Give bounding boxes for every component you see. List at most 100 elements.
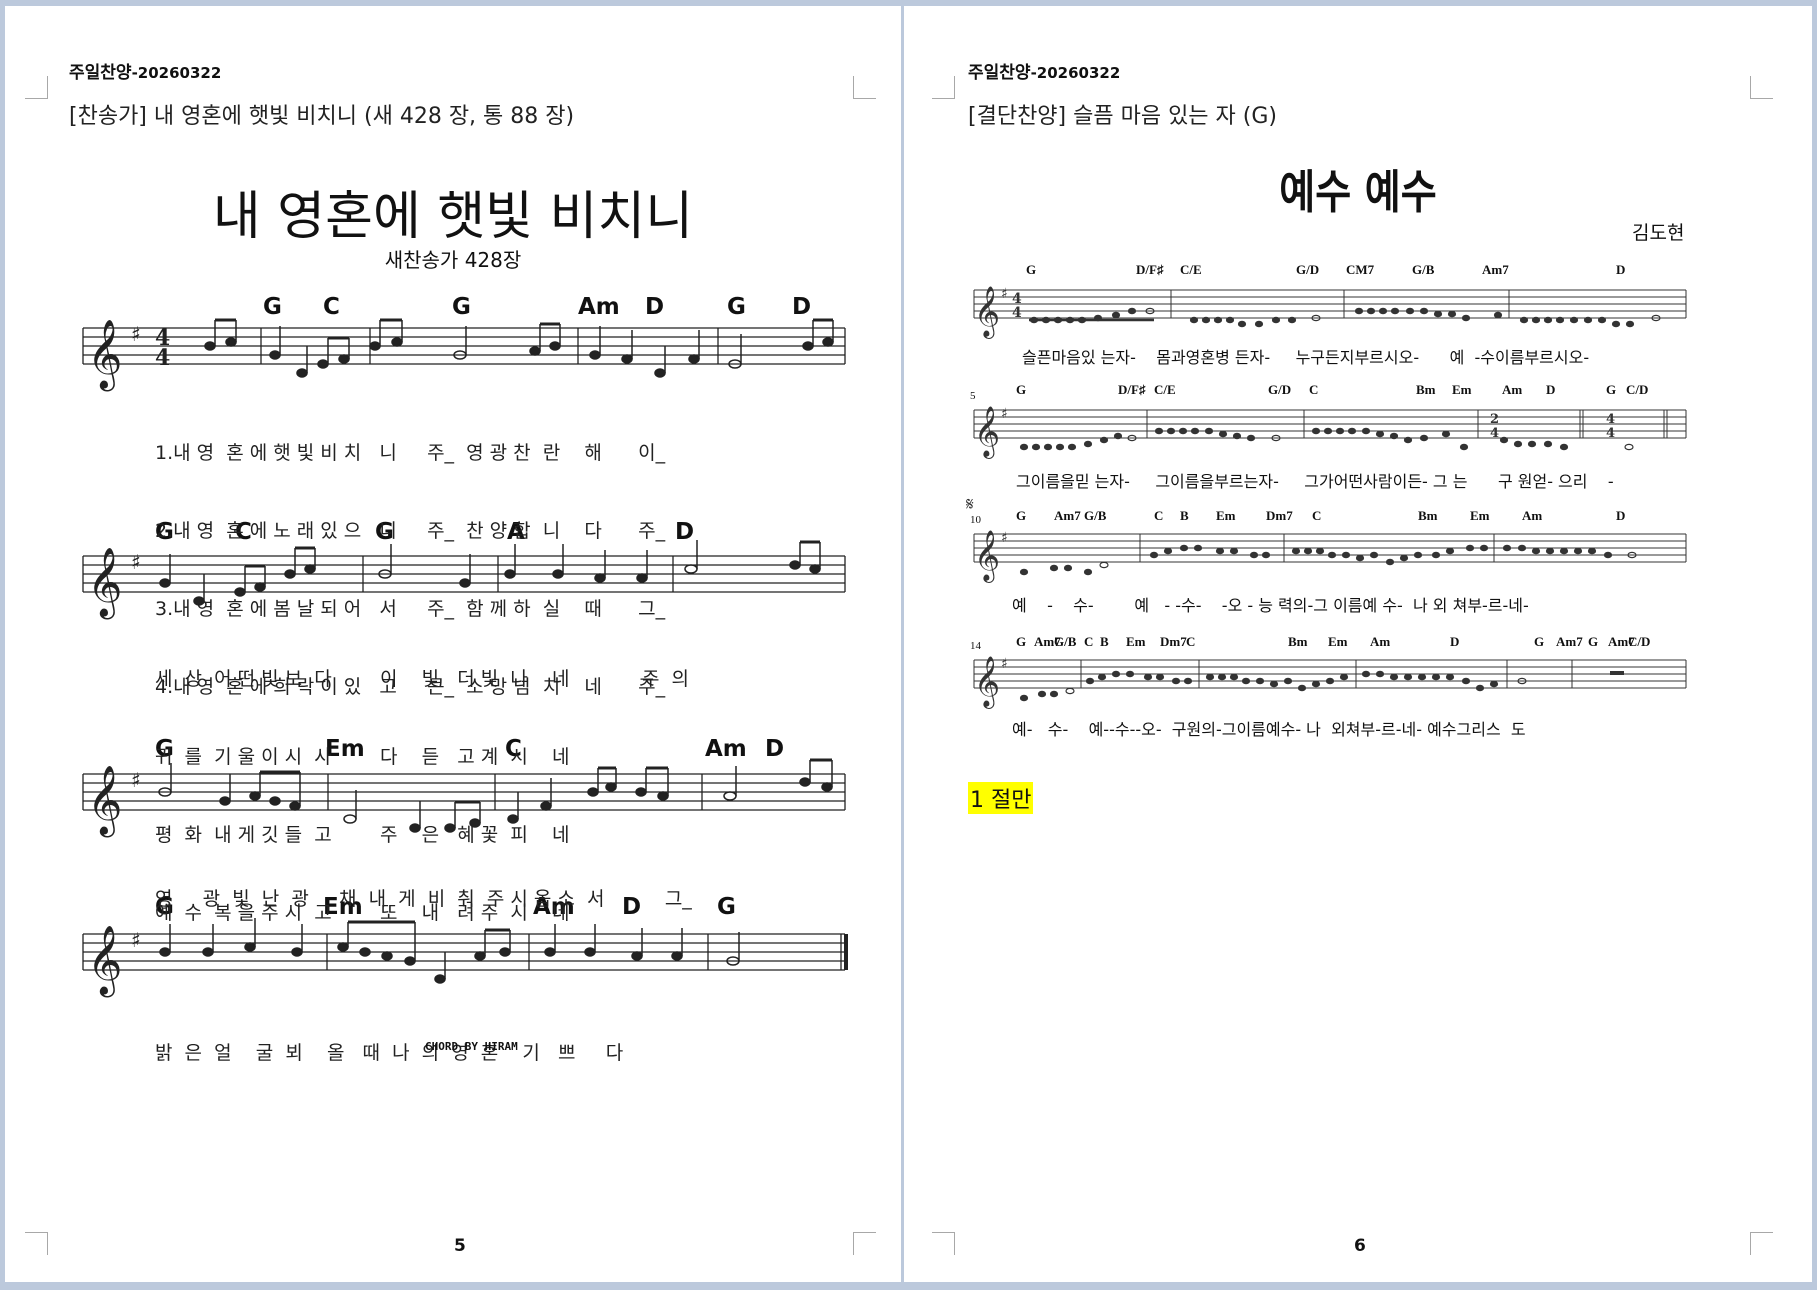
page-number: 6	[1354, 1236, 1366, 1256]
chord-symbol: D	[1450, 634, 1460, 649]
lyrics-system-4: 밝 은 얼 굴 뵈 올 때 나 의 영 혼 기 쁘 다	[155, 988, 623, 1118]
chord-symbol: G	[727, 294, 746, 320]
sharp-icon: ♯	[1001, 530, 1008, 546]
chord-symbol: G	[1016, 382, 1027, 397]
chord-symbol: B	[1100, 634, 1109, 649]
chord-symbol: G	[452, 294, 471, 320]
chord-symbol: D	[1546, 382, 1556, 397]
time-signature-icon: 4	[1606, 412, 1615, 427]
chord-symbol: Em	[1126, 634, 1146, 649]
chord-symbol: G	[1534, 634, 1545, 649]
document-viewer: 주일찬양-20260322 [찬송가] 내 영혼에 햇빛 비치니 (새 428 …	[0, 0, 1817, 1290]
chord-symbol: C/E	[1180, 262, 1202, 277]
chord-symbol: C	[1312, 508, 1322, 523]
chord-symbol: G	[1016, 634, 1027, 649]
chord-symbol: Am7	[1054, 508, 1081, 523]
chord-symbol: D	[792, 294, 812, 320]
lyrics-system-3: 영 광 빛 난 광 채 내 게 비 춰 주 시 옵 소 서 그_	[155, 834, 692, 964]
lyric-line: 밝 은 얼 굴 뵈 올 때 나 의 영 혼 기 쁘 다	[155, 1042, 624, 1064]
lyric-line: 2.내 영 혼 에 노 래 있 으 니 주_ 찬 양 합 니 다 주_	[155, 520, 666, 542]
chord-symbol: Bm	[1288, 634, 1308, 649]
chord-symbol: D	[675, 519, 695, 545]
lyrics-row-2: 그이름을믿 는자- 그이름을부르는자- 그가어떤사람이든- 그 는 구 원얻- …	[1016, 472, 1614, 491]
chord-symbol: B	[1180, 508, 1189, 523]
chord-symbol: G	[1588, 634, 1599, 649]
chord-symbol: Am7	[1556, 634, 1583, 649]
chord-symbol: Em	[1470, 508, 1490, 523]
chord-symbol: Am	[1522, 508, 1543, 523]
measure-number: 10	[970, 514, 981, 526]
chord-symbol: Am	[705, 736, 747, 762]
measure-number: 5	[970, 390, 976, 402]
chord-symbol: C	[323, 294, 340, 320]
chord-symbol: D	[1616, 262, 1626, 277]
time-signature-icon: 4	[1490, 426, 1499, 441]
page-6: 주일찬양-20260322 [결단찬양] 슬픔 마음 있는 자 (G) 예수 예…	[904, 6, 1812, 1282]
sharp-icon: ♯	[1001, 406, 1008, 422]
time-signature-icon: 2	[1490, 412, 1499, 427]
segno-icon: 𝄋	[966, 494, 974, 515]
chord-symbol: G	[717, 894, 736, 920]
chord-symbol: Am7	[1482, 262, 1509, 277]
sharp-icon: ♯	[131, 550, 141, 574]
treble-clef-icon: 𝄞	[974, 530, 1000, 583]
treble-clef-icon: 𝄞	[87, 547, 122, 619]
chord-symbol: CM7	[1346, 262, 1375, 277]
chord-symbol: G/D	[1296, 262, 1320, 277]
treble-clef-icon: 𝄞	[87, 319, 122, 391]
chord-symbol: Em	[1328, 634, 1348, 649]
chord-symbol: Am	[578, 294, 620, 320]
lyric-line: 귀 를 기 울 이 시 사 다 듣 고 계 시 네	[155, 746, 570, 768]
chord-symbol: G	[1026, 262, 1037, 277]
time-signature-icon: 4	[155, 345, 170, 371]
sharp-icon: ♯	[131, 322, 141, 346]
chord-symbol: C	[1186, 634, 1196, 649]
staff-row-1	[973, 289, 1687, 319]
chord-symbol: C	[1309, 382, 1319, 397]
chord-symbol: D	[765, 736, 785, 762]
lyrics-row-4: 예- 수- 예--수--오- 구원의-그이름예수- 나 외쳐부-르-네- 예수그…	[1012, 720, 1526, 739]
chord-symbol: Am	[1502, 382, 1523, 397]
notes-row-4	[1019, 670, 1624, 702]
chord-symbol: G/B	[1084, 508, 1107, 523]
time-signature-icon: 4	[1606, 426, 1615, 441]
chord-symbol: C/D	[1628, 634, 1651, 649]
treble-clef-icon: 𝄞	[974, 286, 1000, 339]
chord-symbol: D	[1616, 508, 1626, 523]
chord-symbol: Em	[1216, 508, 1236, 523]
treble-clef-icon: 𝄞	[974, 656, 1000, 709]
chord-symbol: Bm	[1418, 508, 1438, 523]
notes-row-3	[1019, 544, 1637, 576]
sharp-icon: ♯	[131, 928, 141, 952]
chord-symbol: C	[1154, 508, 1164, 523]
chord-symbol: G/B	[1412, 262, 1435, 277]
chord-symbol: Bm	[1416, 382, 1436, 397]
treble-clef-icon: 𝄞	[87, 925, 122, 997]
lyric-line: 세 상 어 떤 빛 보 다 이 빛 더 빛 나 네 주 의	[155, 668, 689, 690]
chord-symbol: D	[645, 294, 665, 320]
sharp-icon: ♯	[131, 768, 141, 792]
chord-symbol: Dm7	[1266, 508, 1293, 523]
treble-clef-icon: 𝄞	[974, 406, 1000, 459]
page-number: 5	[454, 1236, 466, 1256]
chord-symbol: D/F♯	[1136, 262, 1164, 277]
verse-note-highlight: 1 절만	[968, 782, 1034, 814]
chord-symbol: D/F♯	[1118, 382, 1146, 397]
measure-number: 14	[970, 640, 981, 652]
notes-row-2	[1019, 427, 1634, 451]
chord-symbol: G	[263, 294, 282, 320]
sharp-icon: ♯	[1001, 656, 1008, 672]
chord-symbol: G/B	[1054, 634, 1077, 649]
chord-symbol: G	[1606, 382, 1617, 397]
chord-symbol: G/D	[1268, 382, 1292, 397]
chord-symbol: Dm7	[1160, 634, 1187, 649]
chord-credit: CHORD BY HIRAM	[425, 1040, 518, 1053]
lyrics-row-1: 슬픈마음있 는자- 몸과영혼병 든자- 누구든지부르시오- 예 -수이름부르시오…	[1022, 348, 1590, 367]
chord-symbol: G	[1016, 508, 1027, 523]
lyric-line: 1.내 영 혼 에 햇 빛 비 치 니 주_ 영 광 찬 란 해 이_	[155, 442, 666, 464]
time-signature-icon: 4	[1012, 305, 1022, 321]
chord-symbol: C	[1084, 634, 1094, 649]
chord-symbol: C/D	[1626, 382, 1649, 397]
page-5: 주일찬양-20260322 [찬송가] 내 영혼에 햇빛 비치니 (새 428 …	[5, 6, 901, 1282]
chord-symbol: Am	[1370, 634, 1391, 649]
